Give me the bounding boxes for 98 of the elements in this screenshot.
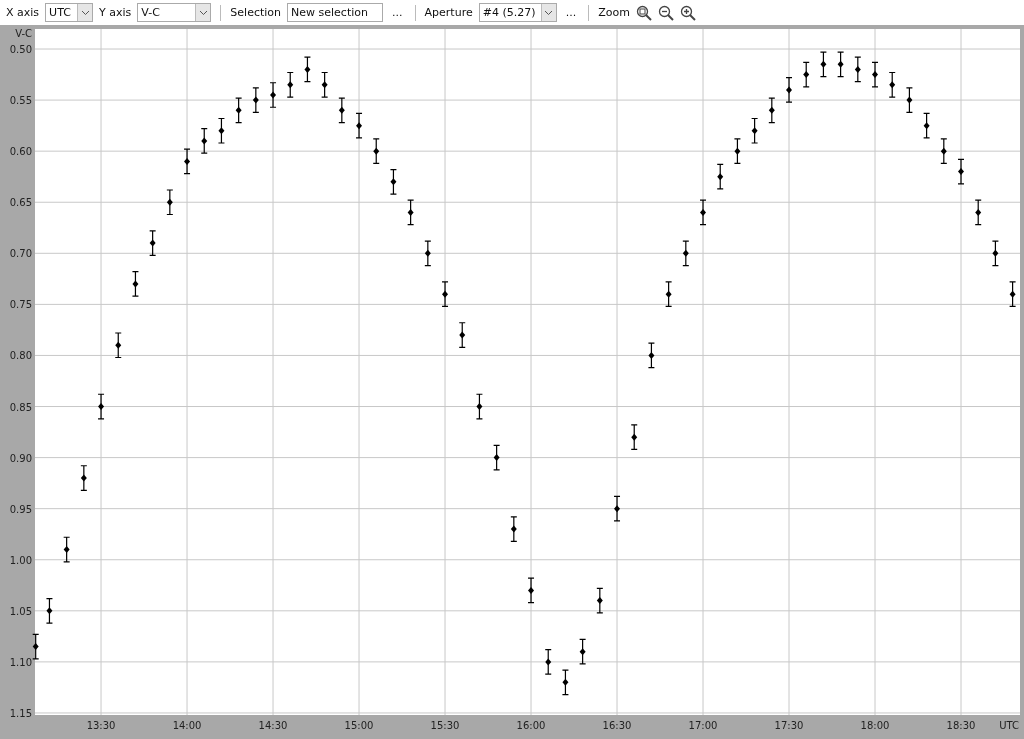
point [390, 178, 397, 186]
point [751, 127, 758, 135]
point [906, 96, 913, 104]
point [356, 122, 363, 130]
point [734, 147, 741, 155]
aperture-dropdown[interactable]: #4 (5.27) [478, 3, 557, 22]
axis-tick-label: 0.60 [9, 146, 32, 158]
point [201, 137, 208, 145]
point [493, 454, 500, 462]
point [115, 341, 122, 349]
x-axis-label: X axis [6, 6, 40, 19]
axis-tick-label: 1.10 [9, 656, 32, 668]
point [32, 643, 39, 651]
point [682, 249, 689, 257]
axis-tick-label: 0.95 [9, 503, 32, 515]
point [786, 86, 793, 94]
point [545, 658, 552, 666]
caret-icon [77, 4, 93, 21]
zoom-in-icon[interactable] [679, 4, 696, 21]
point [923, 122, 930, 130]
axis-tick-label: 1.00 [9, 554, 32, 566]
point [373, 147, 380, 155]
axis-tick-label: 0.75 [9, 299, 32, 311]
point [579, 648, 586, 656]
point [149, 239, 156, 247]
y-axis-dropdown[interactable]: V-C [137, 3, 212, 22]
point [442, 290, 449, 298]
axis-tick-label: 0.90 [9, 452, 32, 464]
point [528, 586, 535, 594]
point [992, 249, 999, 257]
axis-tick-label: 0.85 [9, 401, 32, 413]
point [235, 106, 242, 114]
point [854, 65, 861, 73]
point [304, 65, 311, 73]
point [648, 351, 655, 359]
point [820, 60, 827, 68]
point [1009, 290, 1016, 298]
point [958, 168, 965, 176]
axis-tick-label: 0.70 [9, 248, 32, 260]
point [596, 597, 603, 605]
selection-label: Selection [230, 6, 282, 19]
selection-field[interactable]: New selection [287, 3, 384, 22]
point [338, 106, 345, 114]
point [270, 91, 277, 99]
axis-tick-label: 1.05 [9, 605, 32, 617]
axis-title: V-C [15, 28, 32, 39]
axis-tick-label: 0.65 [9, 197, 32, 209]
zoom-out-icon[interactable] [657, 4, 674, 21]
axis-tick-label: 15:30 [430, 720, 460, 731]
aperture-label: Aperture [424, 6, 473, 19]
point [63, 546, 70, 554]
point [184, 157, 191, 165]
point [803, 71, 810, 79]
axis-tick-label: 17:30 [774, 720, 804, 731]
point [614, 505, 621, 513]
point [562, 678, 569, 686]
zoom-fit-icon[interactable] [635, 4, 652, 21]
axis-tick-label: 18:30 [946, 720, 976, 731]
axis-tick-label: 14:30 [258, 720, 288, 731]
point [407, 208, 414, 216]
x-axis-dropdown[interactable]: UTC [45, 3, 94, 22]
axis-tick-label: 16:00 [516, 720, 546, 731]
axis-title: UTC [999, 720, 1019, 731]
point [166, 198, 173, 206]
point [768, 106, 775, 114]
y-axis-label: Y axis [99, 6, 132, 19]
point [252, 96, 259, 104]
point [665, 290, 672, 298]
zoom-label: Zoom [598, 6, 630, 19]
axis-tick-label: 0.80 [9, 350, 32, 362]
point [717, 173, 724, 181]
axis-tick-label: 0.55 [9, 95, 32, 107]
point [80, 474, 87, 482]
point [46, 607, 53, 615]
point [287, 81, 294, 89]
point [459, 331, 466, 339]
axis-tick-label: 16:30 [602, 720, 632, 731]
more-button[interactable]: ... [562, 6, 580, 19]
point [476, 403, 483, 411]
point [510, 525, 517, 533]
point [837, 60, 844, 68]
more-button[interactable]: ... [389, 6, 406, 19]
axis-tick-label: 1.15 [9, 707, 32, 719]
point [321, 81, 328, 89]
axis-tick-label: 13:30 [86, 720, 116, 731]
point [631, 433, 638, 441]
point [975, 208, 982, 216]
point [889, 81, 896, 89]
caret-icon [195, 4, 211, 21]
axis-tick-label: 18:00 [860, 720, 890, 731]
point [940, 147, 947, 155]
point [218, 127, 225, 135]
axis-tick-label: 0.50 [9, 44, 32, 55]
axis-tick-label: 17:00 [688, 720, 718, 731]
caret-icon [540, 4, 556, 21]
point [424, 249, 431, 257]
axis-tick-label: 14:00 [172, 720, 202, 731]
axis-tick-label: 15:00 [344, 720, 374, 731]
